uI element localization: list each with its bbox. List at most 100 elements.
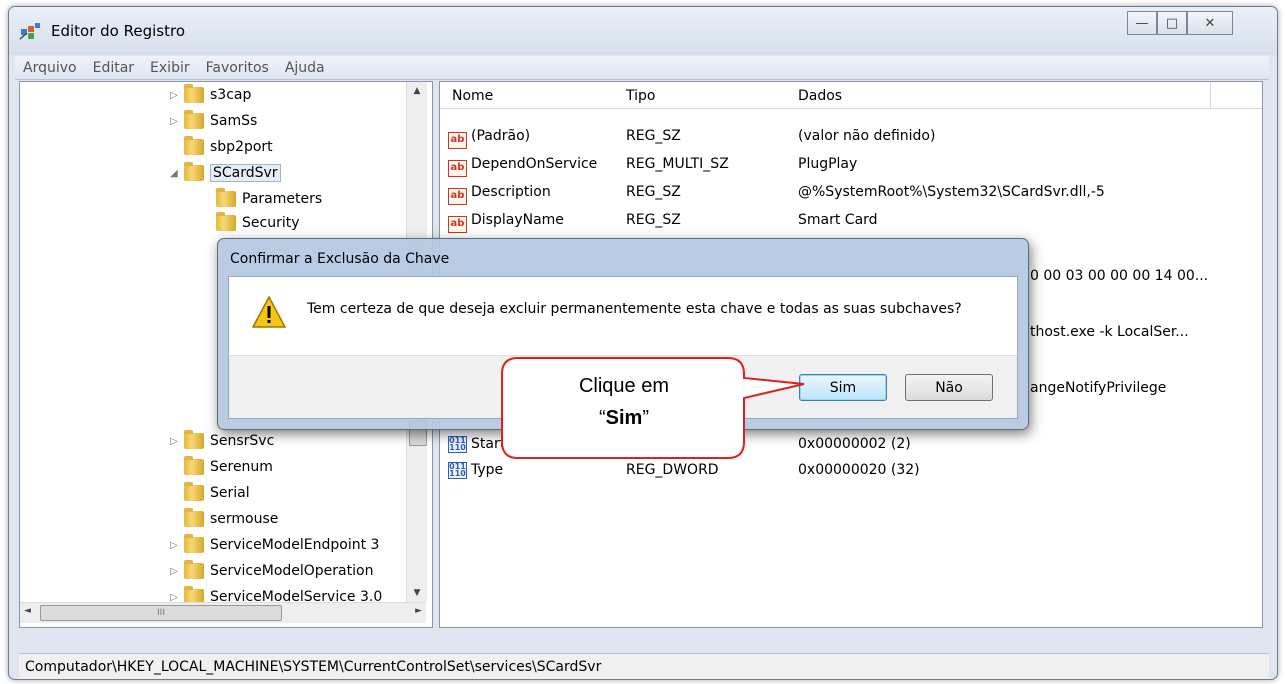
value-data: 0 00 03 00 00 00 14 00... [1030, 268, 1209, 284]
value-type: REG_DWORD [626, 462, 719, 478]
column-header-dados[interactable]: Dados [798, 88, 842, 104]
value-type: REG_SZ [626, 212, 681, 228]
maximize-button[interactable]: □ [1157, 11, 1187, 35]
value-data: angeNotifyPrivilege [1030, 380, 1167, 396]
tree-item-label: Serenum [210, 459, 273, 475]
value-data: Smart Card [798, 212, 878, 228]
menu-arquivo[interactable]: Arquivo [15, 60, 85, 76]
registry-editor-icon [19, 23, 40, 40]
minimize-icon: — [1135, 15, 1149, 31]
expand-icon[interactable]: ▷ [170, 436, 180, 447]
expand-icon[interactable]: ▷ [170, 90, 180, 101]
warning-icon [251, 295, 287, 328]
expand-icon[interactable]: ▷ [170, 592, 180, 603]
scroll-right-arrow[interactable]: ► [415, 606, 422, 616]
tree-item-sermouse[interactable]: sermouse [184, 508, 278, 530]
status-path: Computador\HKEY_LOCAL_MACHINE\SYSTEM\Cur… [25, 659, 602, 675]
callout-bold-text: Sim [605, 407, 643, 429]
value-name: DisplayName [471, 212, 564, 228]
tree-item-security[interactable]: Security [216, 212, 300, 234]
tree-item-serenum[interactable]: Serenum [184, 456, 273, 478]
folder-icon [184, 508, 204, 527]
value-name: DependOnService [471, 156, 598, 172]
string-value-icon: ab [448, 132, 467, 149]
no-button[interactable]: Não [905, 374, 993, 401]
menu-ajuda[interactable]: Ajuda [277, 60, 333, 76]
folder-icon [184, 136, 204, 155]
tree-item-samss[interactable]: ▷ SamSs [170, 110, 257, 132]
tree-horizontal-scrollbar[interactable]: ◄ III ► [20, 602, 426, 623]
value-name: (Padrão) [471, 128, 531, 144]
folder-icon [216, 188, 236, 207]
callout-line2: “Sim” [518, 402, 730, 434]
column-header-tipo[interactable]: Tipo [626, 88, 655, 104]
menu-editar[interactable]: Editar [85, 60, 142, 76]
callout-line1: Clique em [578, 375, 670, 397]
value-name: Description [471, 184, 551, 200]
tree-item-label: SCardSvr [210, 164, 281, 182]
tree-item-scardsvr[interactable]: ◢ SCardSvr [170, 162, 281, 184]
menu-exibir[interactable]: Exibir [142, 60, 198, 76]
column-header-nome[interactable]: Nome [452, 88, 493, 104]
scroll-down-arrow[interactable]: ▼ [407, 584, 427, 602]
value-name: Type [471, 462, 504, 478]
expand-icon[interactable]: ▷ [170, 566, 180, 577]
minimize-button[interactable]: — [1127, 11, 1157, 35]
status-bar: Computador\HKEY_LOCAL_MACHINE\SYSTEM\Cur… [19, 653, 1269, 679]
column-divider[interactable] [1210, 82, 1211, 108]
tree-item-parameters[interactable]: Parameters [216, 188, 322, 210]
scroll-up-arrow[interactable]: ▲ [407, 82, 427, 100]
tree-item-sbp2port[interactable]: sbp2port [184, 136, 273, 158]
close-icon: ✕ [1204, 15, 1216, 31]
string-value-icon: ab [448, 188, 467, 205]
yes-button[interactable]: Sim [799, 374, 887, 401]
folder-icon [184, 430, 204, 449]
tree-item-label: SensrSvc [210, 433, 275, 449]
value-data: thost.exe -k LocalSer... [1030, 324, 1189, 340]
no-button-label: Não [935, 379, 963, 396]
expand-icon[interactable]: ▷ [170, 540, 180, 551]
title-bar: Editor do Registro — □ ✕ [9, 7, 1277, 55]
expand-icon[interactable]: ▷ [170, 116, 180, 127]
callout-quote-open: “ [598, 407, 606, 429]
dialog-body: Tem certeza de que deseja excluir perman… [228, 276, 1018, 355]
folder-icon [184, 110, 204, 129]
string-value-icon: ab [448, 160, 467, 177]
tree-item-label: ServiceModelEndpoint 3 [210, 537, 380, 553]
tree-item-label: Parameters [242, 191, 323, 207]
tree-item-label: sbp2port [210, 139, 273, 155]
folder-icon [216, 212, 236, 231]
folder-icon [184, 162, 204, 181]
menu-favoritos[interactable]: Favoritos [198, 60, 277, 76]
folder-icon [184, 560, 204, 579]
value-data: @%SystemRoot%\System32\SCardSvr.dll,-5 [798, 184, 1105, 200]
scroll-grip-icon: III [157, 608, 165, 618]
tree-item-servicemodeloperation[interactable]: ▷ ServiceModelOperation [170, 560, 373, 582]
close-button[interactable]: ✕ [1187, 11, 1233, 35]
tree-item-s3cap[interactable]: ▷ s3cap [170, 84, 251, 106]
window-title: Editor do Registro [51, 22, 186, 40]
folder-icon [184, 482, 204, 501]
folder-icon [184, 84, 204, 103]
value-data: PlugPlay [798, 156, 858, 172]
collapse-icon[interactable]: ◢ [170, 168, 180, 179]
tree-item-servicemodelendpoint[interactable]: ▷ ServiceModelEndpoint 3 [170, 534, 379, 556]
instruction-callout-text: Clique em “Sim” [518, 370, 730, 434]
value-type: REG_SZ [626, 128, 681, 144]
value-type: REG_SZ [626, 184, 681, 200]
yes-button-label: Sim [829, 379, 857, 396]
scroll-left-arrow[interactable]: ◄ [24, 606, 31, 616]
tree-item-label: ServiceModelOperation [210, 563, 374, 579]
tree-item-label: Serial [210, 485, 250, 501]
callout-quote-close: ” [642, 407, 650, 429]
tree-item-label: Security [242, 215, 300, 231]
maximize-icon: □ [1165, 15, 1179, 31]
tree-item-label: s3cap [210, 87, 252, 103]
tree-item-serial[interactable]: Serial [184, 482, 250, 504]
tree-item-sensrsvc[interactable]: ▷ SensrSvc [170, 430, 274, 452]
dialog-title: Confirmar a Exclusão da Chave [230, 251, 450, 267]
tree-hscroll-thumb[interactable]: III [40, 605, 282, 621]
dialog-message: Tem certeza de que deseja excluir perman… [307, 301, 962, 317]
column-header-row: Nome Tipo Dados [440, 82, 1262, 109]
string-value-icon: ab [448, 216, 467, 233]
